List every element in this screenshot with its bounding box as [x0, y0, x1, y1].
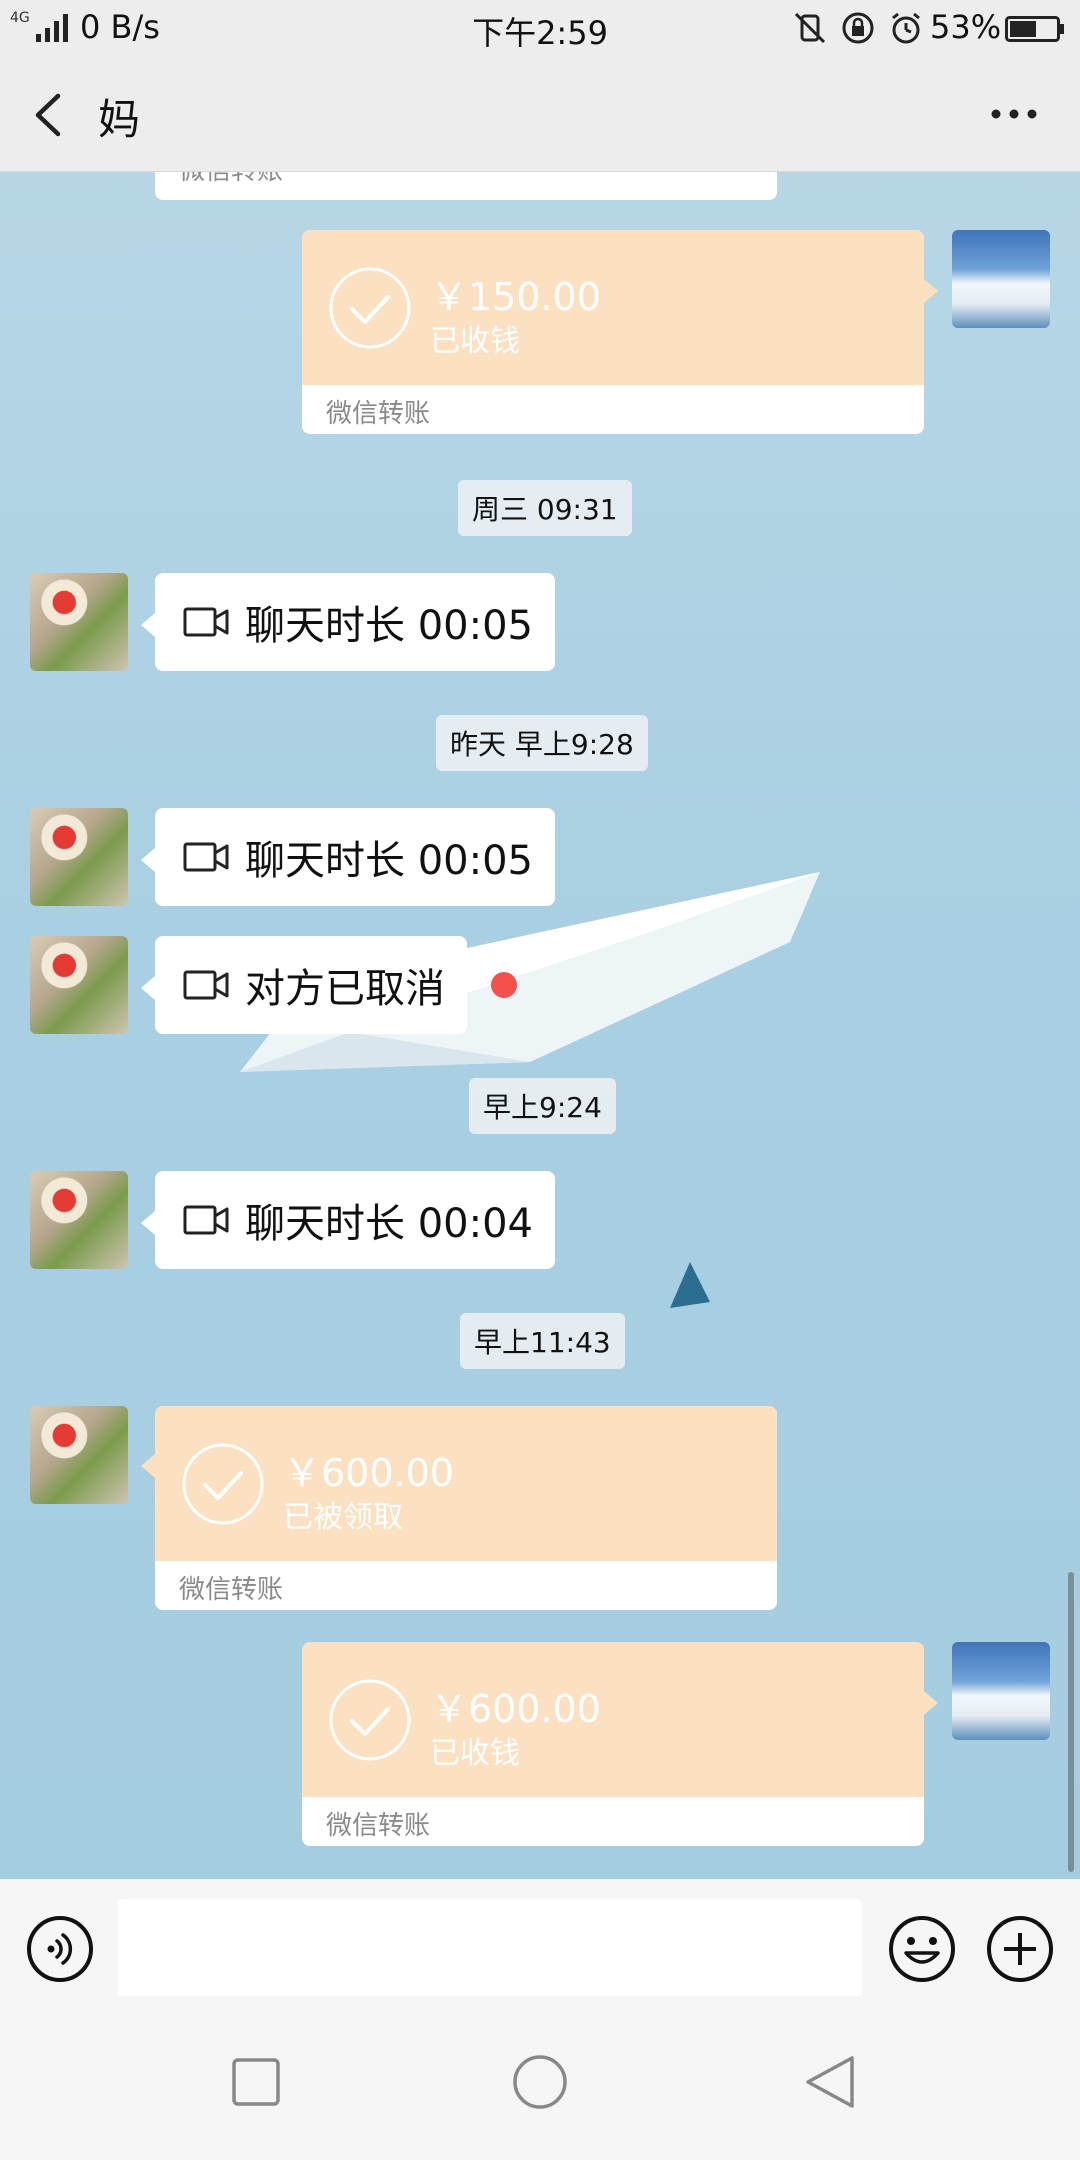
transfer-card-partial[interactable]: 微信转账 [155, 172, 777, 200]
contact-avatar[interactable] [30, 1406, 128, 1504]
call-duration-text: 聊天时长 00:05 [245, 838, 533, 884]
battery-icon [1005, 16, 1064, 42]
timestamp: 早上11:43 [460, 1313, 625, 1369]
check-circle-icon [329, 1679, 411, 1761]
contact-avatar[interactable] [30, 1171, 128, 1269]
voice-icon[interactable] [26, 1915, 94, 1983]
unread-dot [491, 972, 517, 998]
call-duration-text: 聊天时长 00:04 [245, 1201, 533, 1247]
message-input[interactable] [118, 1899, 862, 1997]
my-avatar[interactable] [952, 1642, 1050, 1740]
call-duration-text: 聊天时长 00:05 [245, 603, 533, 649]
transfer-label: 微信转账 [179, 1575, 284, 1605]
call-status-text: 对方已取消 [245, 966, 445, 1012]
transfer-status: 已收钱 [430, 324, 520, 359]
contact-avatar[interactable] [30, 936, 128, 1034]
transfer-status: 已收钱 [430, 1736, 520, 1771]
transfer-amount: ￥600.00 [283, 1451, 454, 1495]
emoji-icon[interactable] [888, 1915, 956, 1983]
transfer-label: 微信转账 [179, 172, 283, 187]
video-call-message[interactable]: 聊天时长 00:05 [141, 573, 555, 671]
video-call-message[interactable]: 聊天时长 00:05 [141, 808, 555, 906]
nav-home-icon[interactable] [512, 2054, 568, 2110]
message-input-bar [0, 1879, 1080, 1997]
video-call-message[interactable]: 对方已取消 [141, 936, 467, 1034]
video-call-icon [183, 842, 229, 872]
battery-percent: 53% [930, 8, 1002, 46]
back-arrow-icon[interactable] [30, 92, 66, 138]
system-nav-bar [0, 1996, 1080, 2160]
video-call-icon [183, 607, 229, 637]
video-call-icon [183, 1205, 229, 1235]
timestamp: 早上9:24 [469, 1078, 616, 1134]
small-sail-illustration [670, 1262, 710, 1308]
chat-title: 妈 [98, 95, 141, 144]
nav-recent-icon[interactable] [228, 2054, 284, 2110]
timestamp: 昨天 早上9:28 [436, 715, 648, 771]
transfer-card-received[interactable]: ￥600.00 已收钱 微信转账 [302, 1642, 924, 1846]
rotation-lock-icon [842, 12, 874, 44]
timestamp: 周三 09:31 [458, 480, 632, 536]
alarm-icon [892, 12, 920, 44]
check-circle-icon [182, 1443, 264, 1525]
nav-back-icon[interactable] [802, 2054, 858, 2110]
my-avatar[interactable] [952, 230, 1050, 328]
check-circle-icon [329, 267, 411, 349]
contact-avatar[interactable] [30, 573, 128, 671]
transfer-label: 微信转账 [326, 399, 431, 429]
status-bar: 4G 0 B/s 下午2:59 53% [0, 0, 1080, 56]
chat-header: 妈 [0, 56, 1080, 172]
vibrate-off-icon [794, 12, 826, 44]
video-call-message[interactable]: 聊天时长 00:04 [141, 1171, 555, 1269]
video-call-icon [183, 970, 229, 1000]
plus-icon[interactable] [986, 1915, 1054, 1983]
transfer-amount: ￥600.00 [430, 1687, 601, 1731]
transfer-amount: ￥150.00 [430, 275, 601, 319]
transfer-label: 微信转账 [326, 1811, 431, 1841]
chat-area[interactable]: 微信转账 ￥150.00 已收钱 微信转账 周三 09:31 聊天时长 00:0… [0, 172, 1080, 1879]
scrollbar[interactable] [1068, 1572, 1074, 1872]
more-icon[interactable] [986, 96, 1042, 132]
transfer-card-received[interactable]: ￥150.00 已收钱 微信转账 [302, 230, 924, 434]
transfer-status: 已被领取 [283, 1500, 403, 1535]
status-icons [792, 10, 924, 46]
contact-avatar[interactable] [30, 808, 128, 906]
transfer-card-claimed[interactable]: ￥600.00 已被领取 微信转账 [155, 1406, 777, 1610]
